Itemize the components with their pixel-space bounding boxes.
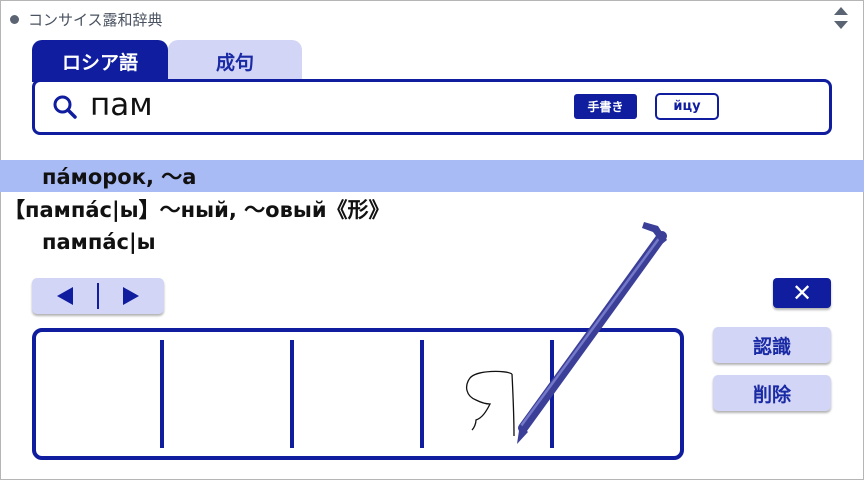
- search-icon: [53, 95, 77, 119]
- close-button[interactable]: ✕: [773, 278, 831, 308]
- page-navigation: [32, 278, 164, 314]
- delete-button[interactable]: 削除: [713, 375, 831, 411]
- app-title: コンサイス露和辞典: [28, 10, 163, 29]
- title-bar: コンサイス露和辞典: [10, 8, 163, 30]
- result-item[interactable]: 【пампа́с|ы】～ный, ～овый《形》: [0, 192, 864, 226]
- search-box[interactable]: пам 手書き йцу: [32, 79, 832, 135]
- search-input[interactable]: пам: [90, 87, 153, 123]
- scroll-up-icon[interactable]: [834, 7, 848, 15]
- previous-button[interactable]: [32, 278, 98, 314]
- right-triangle-icon: [123, 287, 139, 305]
- handwriting-stroke: [465, 370, 515, 437]
- result-list: па́морок, ～а 【пампа́с|ы】～ный, ～овый《形》 п…: [0, 160, 864, 258]
- result-item[interactable]: пампа́с|ы: [0, 226, 864, 258]
- next-button[interactable]: [98, 278, 164, 314]
- scroll-down-icon[interactable]: [834, 21, 848, 29]
- handwriting-mode-button[interactable]: 手書き: [574, 94, 637, 119]
- scroll-arrows-icon[interactable]: [834, 7, 848, 29]
- keyboard-mode-button[interactable]: йцу: [655, 93, 719, 120]
- bullet-icon: [10, 14, 19, 24]
- tab-russian[interactable]: ロシア語: [32, 40, 168, 82]
- result-item-selected[interactable]: па́морок, ～а: [0, 160, 864, 192]
- handwriting-pad[interactable]: [32, 328, 684, 460]
- left-triangle-icon: [57, 287, 73, 305]
- tab-phrases[interactable]: 成句: [168, 40, 302, 82]
- recognize-button[interactable]: 認識: [713, 327, 831, 363]
